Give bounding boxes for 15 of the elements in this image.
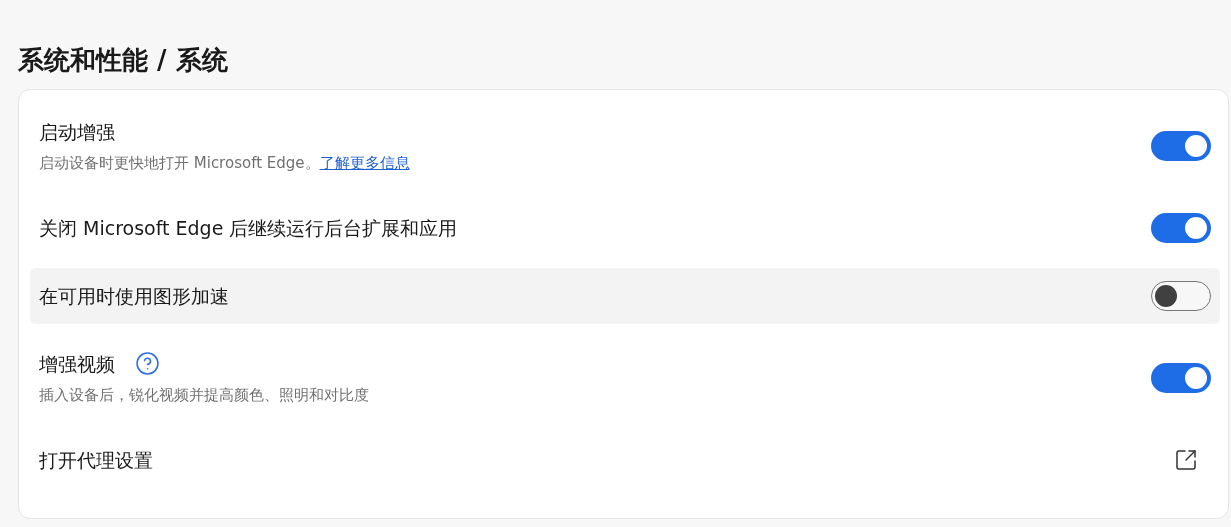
setting-title: 关闭 Microsoft Edge 后继续运行后台扩展和应用 [39,215,458,241]
help-icon[interactable] [135,351,160,377]
setting-description: 启动设备时更快地打开 Microsoft Edge。了解更多信息 [39,153,410,174]
learn-more-link[interactable]: 了解更多信息 [319,154,410,172]
setting-title: 增强视频 [39,351,115,377]
toggle-switch[interactable] [1151,363,1211,393]
setting-title: 启动增强 [39,119,115,145]
page-title: 系统和性能 / 系统 [18,44,229,77]
external-link-icon[interactable] [1174,448,1198,472]
setting-title: 在可用时使用图形加速 [39,283,229,309]
toggle-switch[interactable] [1151,281,1211,311]
toggle-switch[interactable] [1151,131,1211,161]
setting-title: 打开代理设置 [39,447,153,473]
toggle-switch[interactable] [1151,213,1211,243]
setting-description: 插入设备后，锐化视频并提高颜色、照明和对比度 [39,385,369,406]
